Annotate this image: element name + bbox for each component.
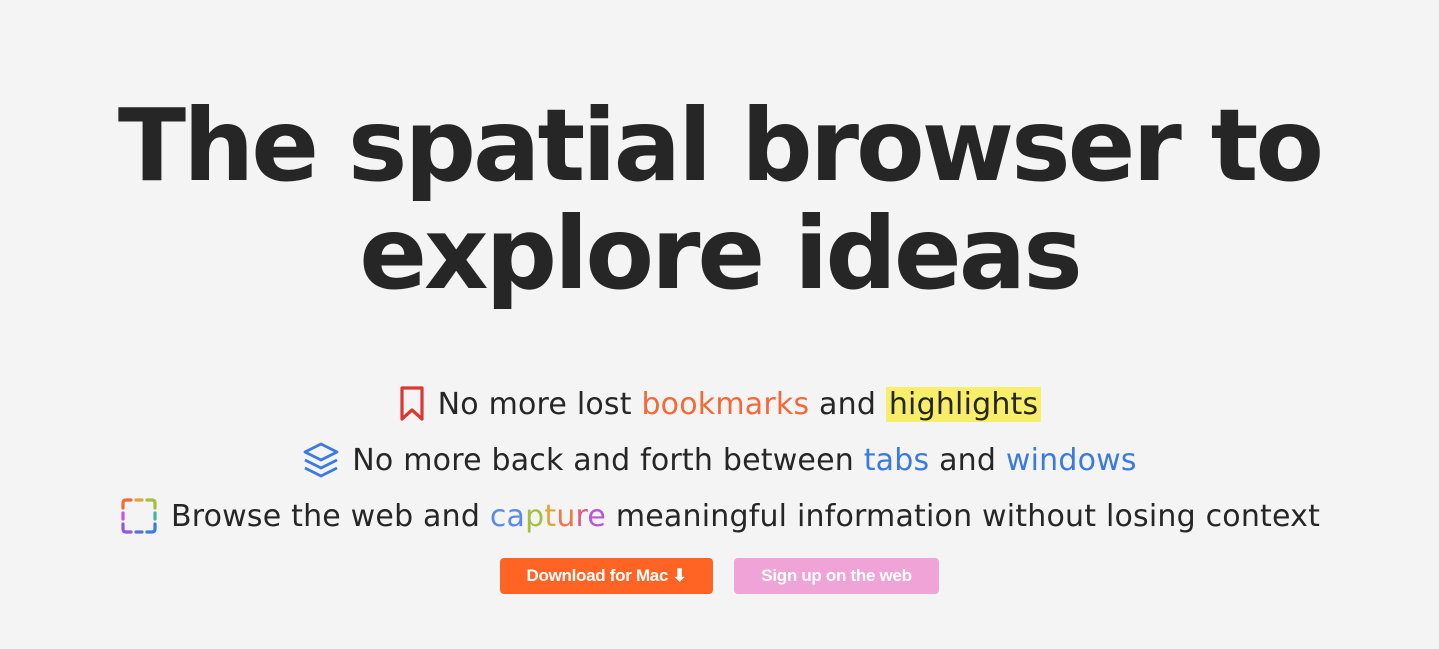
feature-tabs-prefix: No more back and forth between [352, 442, 864, 478]
capture-part-6: e [587, 498, 607, 534]
hero-title: The spatial browser to explore ideas [0, 92, 1439, 308]
hero-title-line-1: The spatial browser to [117, 87, 1324, 204]
capture-part-4: u [556, 498, 576, 534]
highlights-marked-text: highlights [885, 386, 1042, 422]
hero-title-line-2: explore ideas [359, 195, 1083, 312]
layers-icon [302, 441, 340, 479]
feature-capture-suffix: meaningful information without losing co… [606, 498, 1321, 534]
feature-tabs-middle: and [929, 442, 1006, 478]
feature-list: No more lost bookmarks and highlights No… [0, 376, 1439, 544]
dashed-selection-icon [119, 496, 159, 536]
feature-capture: Browse the web and capture meaningful in… [0, 488, 1439, 544]
capture-part-5: r [575, 498, 588, 534]
tabs-link: tabs [863, 442, 930, 478]
bookmarks-link: bookmarks [641, 386, 810, 422]
feature-tabs-windows: No more back and forth between tabs and … [0, 432, 1439, 488]
capture-gradient-word: capture [490, 499, 606, 534]
capture-part-3: t [544, 498, 557, 534]
sign-up-web-button[interactable]: Sign up on the web [734, 558, 939, 594]
download-for-mac-button[interactable]: Download for Mac ⬇ [500, 558, 713, 594]
feature-capture-prefix: Browse the web and [170, 498, 490, 534]
bookmark-icon [398, 385, 426, 423]
windows-link: windows [1005, 442, 1137, 478]
feature-bookmarks-middle: and [809, 386, 886, 422]
landing-page: The spatial browser to explore ideas No … [0, 0, 1439, 649]
feature-bookmarks: No more lost bookmarks and highlights [0, 376, 1439, 432]
cta-buttons: Download for Mac ⬇ Sign up on the web [0, 558, 1439, 594]
capture-part-2: p [525, 498, 545, 534]
capture-part-1: ca [489, 498, 526, 534]
feature-bookmarks-prefix: No more lost [437, 386, 642, 422]
